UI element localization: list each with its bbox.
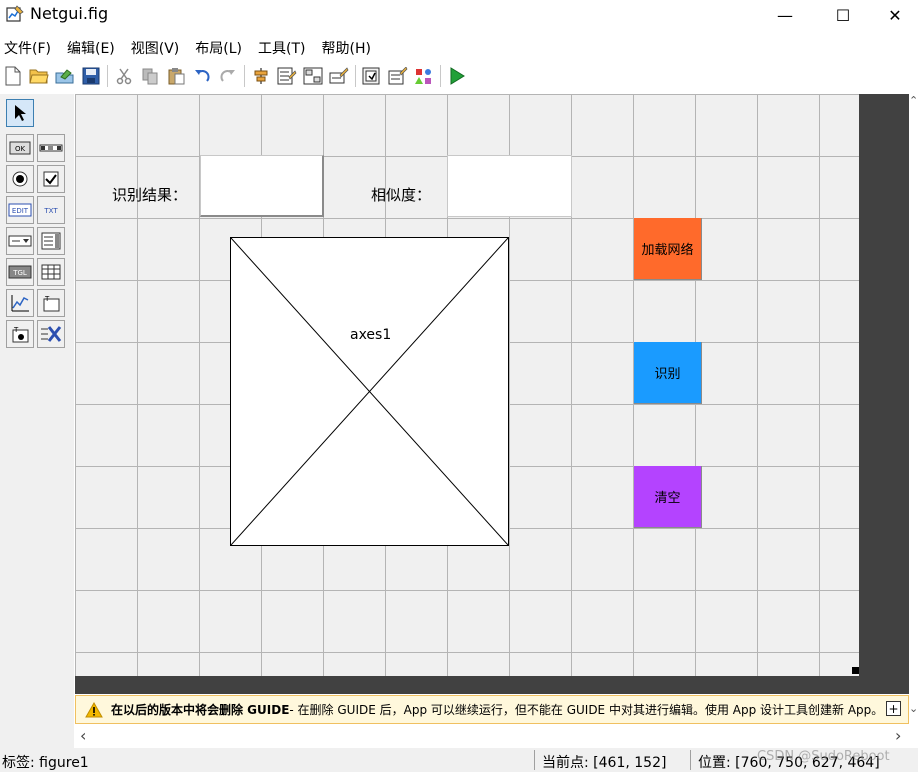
toolbar-editor-icon[interactable]	[326, 63, 352, 89]
static-text-tool-label: TXT	[43, 207, 58, 215]
editor-icon[interactable]	[359, 63, 385, 89]
menu-editor-icon[interactable]	[274, 63, 300, 89]
table-tool[interactable]	[37, 258, 65, 286]
status-tag: 标签: figure1	[2, 755, 89, 771]
scroll-up-icon[interactable]: ⌃	[909, 94, 918, 107]
select-tool[interactable]	[6, 99, 34, 127]
push-button-tool[interactable]: OK	[6, 134, 34, 162]
title-bar: Netgui.fig — ☐ ✕	[0, 0, 918, 30]
scroll-down-icon[interactable]: ⌄	[909, 702, 918, 715]
horizontal-scrollbar[interactable]: ‹ ›	[75, 726, 909, 746]
vertical-scrollbar[interactable]: ⌃ ⌄	[909, 94, 918, 720]
scroll-left-icon[interactable]: ‹	[80, 726, 86, 745]
save-as-icon[interactable]	[52, 63, 78, 89]
guide-deprecation-warning: 在以后的版本中将会删除 GUIDE - 在删除 GUIDE 后，App 可以继续…	[75, 695, 909, 724]
axes-label: axes1	[350, 327, 392, 343]
result-edit-box[interactable]	[200, 155, 324, 217]
save-icon[interactable]	[78, 63, 104, 89]
menu-view[interactable]: 视图(V)	[127, 34, 188, 58]
undo-icon[interactable]	[189, 63, 215, 89]
svg-text:T: T	[44, 295, 50, 303]
watermark: CSDN @SudoReboot	[757, 749, 890, 764]
scroll-right-icon[interactable]: ›	[895, 726, 901, 745]
button-group-tool[interactable]: T	[6, 320, 34, 348]
toolbar-separator	[107, 65, 108, 87]
figure-margin-right	[859, 94, 909, 676]
popup-menu-tool[interactable]	[6, 227, 34, 255]
menu-layout[interactable]: 布局(L)	[191, 34, 250, 58]
warning-text: - 在删除 GUIDE 后，App 可以继续运行，但不能在 GUIDE 中对其进…	[289, 703, 884, 717]
open-folder-icon[interactable]	[26, 63, 52, 89]
menu-edit[interactable]: 编辑(E)	[63, 34, 123, 58]
toolbar-separator	[244, 65, 245, 87]
recognize-button[interactable]: 识别	[634, 342, 702, 404]
menu-tools[interactable]: 工具(T)	[254, 34, 313, 58]
new-file-icon[interactable]	[0, 63, 26, 89]
load-network-button[interactable]: 加载网络	[634, 218, 702, 280]
window-title: Netgui.fig	[30, 4, 109, 23]
paste-icon[interactable]	[163, 63, 189, 89]
clear-button[interactable]: 清空	[634, 466, 702, 528]
component-palette: OK EDIT TXT TGL T T	[0, 94, 74, 754]
align-icon[interactable]	[248, 63, 274, 89]
activex-tool[interactable]	[37, 320, 65, 348]
toolbar-separator	[440, 65, 441, 87]
menu-help[interactable]: 帮助(H)	[318, 34, 379, 58]
status-current-point: 当前点: [461, 152]	[542, 755, 667, 771]
axes-tool[interactable]	[6, 289, 34, 317]
maximize-button[interactable]: ☐	[820, 0, 866, 30]
axes-cross-lines	[231, 238, 508, 545]
slider-tool[interactable]	[37, 134, 65, 162]
tab-order-icon[interactable]	[300, 63, 326, 89]
status-separator	[690, 750, 691, 770]
edit-text-tool[interactable]: EDIT	[6, 196, 34, 224]
listbox-tool[interactable]	[37, 227, 65, 255]
object-browser-icon[interactable]	[411, 63, 437, 89]
cut-icon[interactable]	[111, 63, 137, 89]
warning-bold-text: 在以后的版本中将会删除 GUIDE	[111, 703, 290, 717]
svg-text:T: T	[13, 326, 19, 334]
similarity-edit-box[interactable]	[447, 155, 572, 217]
figure-app-icon	[6, 5, 24, 22]
toolbar-separator	[355, 65, 356, 87]
close-button[interactable]: ✕	[872, 0, 918, 30]
menu-bar: 文件(F) 编辑(E) 视图(V) 布局(L) 工具(T) 帮助(H)	[0, 34, 918, 58]
toggle-button-tool[interactable]: TGL	[6, 258, 34, 286]
status-bar: 标签: figure1 当前点: [461, 152] 位置: [760, 75…	[0, 748, 918, 772]
toggle-button-tool-label: TGL	[12, 269, 27, 277]
radio-button-tool[interactable]	[6, 165, 34, 193]
run-icon[interactable]	[444, 63, 470, 89]
warning-icon	[85, 701, 103, 717]
checkbox-tool[interactable]	[37, 165, 65, 193]
static-text-tool[interactable]: TXT	[37, 196, 65, 224]
expand-warning-button[interactable]: +	[886, 701, 901, 716]
edit-text-tool-label: EDIT	[12, 207, 29, 215]
panel-tool[interactable]: T	[37, 289, 65, 317]
result-label: 识别结果：	[112, 186, 188, 204]
axes1-placeholder[interactable]: axes1	[230, 237, 509, 546]
copy-icon[interactable]	[137, 63, 163, 89]
status-separator	[534, 750, 535, 770]
minimize-button[interactable]: —	[762, 0, 808, 30]
property-inspector-icon[interactable]	[385, 63, 411, 89]
redo-icon[interactable]	[215, 63, 241, 89]
menu-file[interactable]: 文件(F)	[0, 34, 59, 58]
push-button-tool-label: OK	[15, 145, 26, 153]
resize-handle[interactable]	[852, 667, 859, 674]
figure-margin-bottom	[75, 676, 909, 694]
similarity-label: 相似度：	[371, 186, 432, 204]
toolbar	[0, 61, 918, 91]
